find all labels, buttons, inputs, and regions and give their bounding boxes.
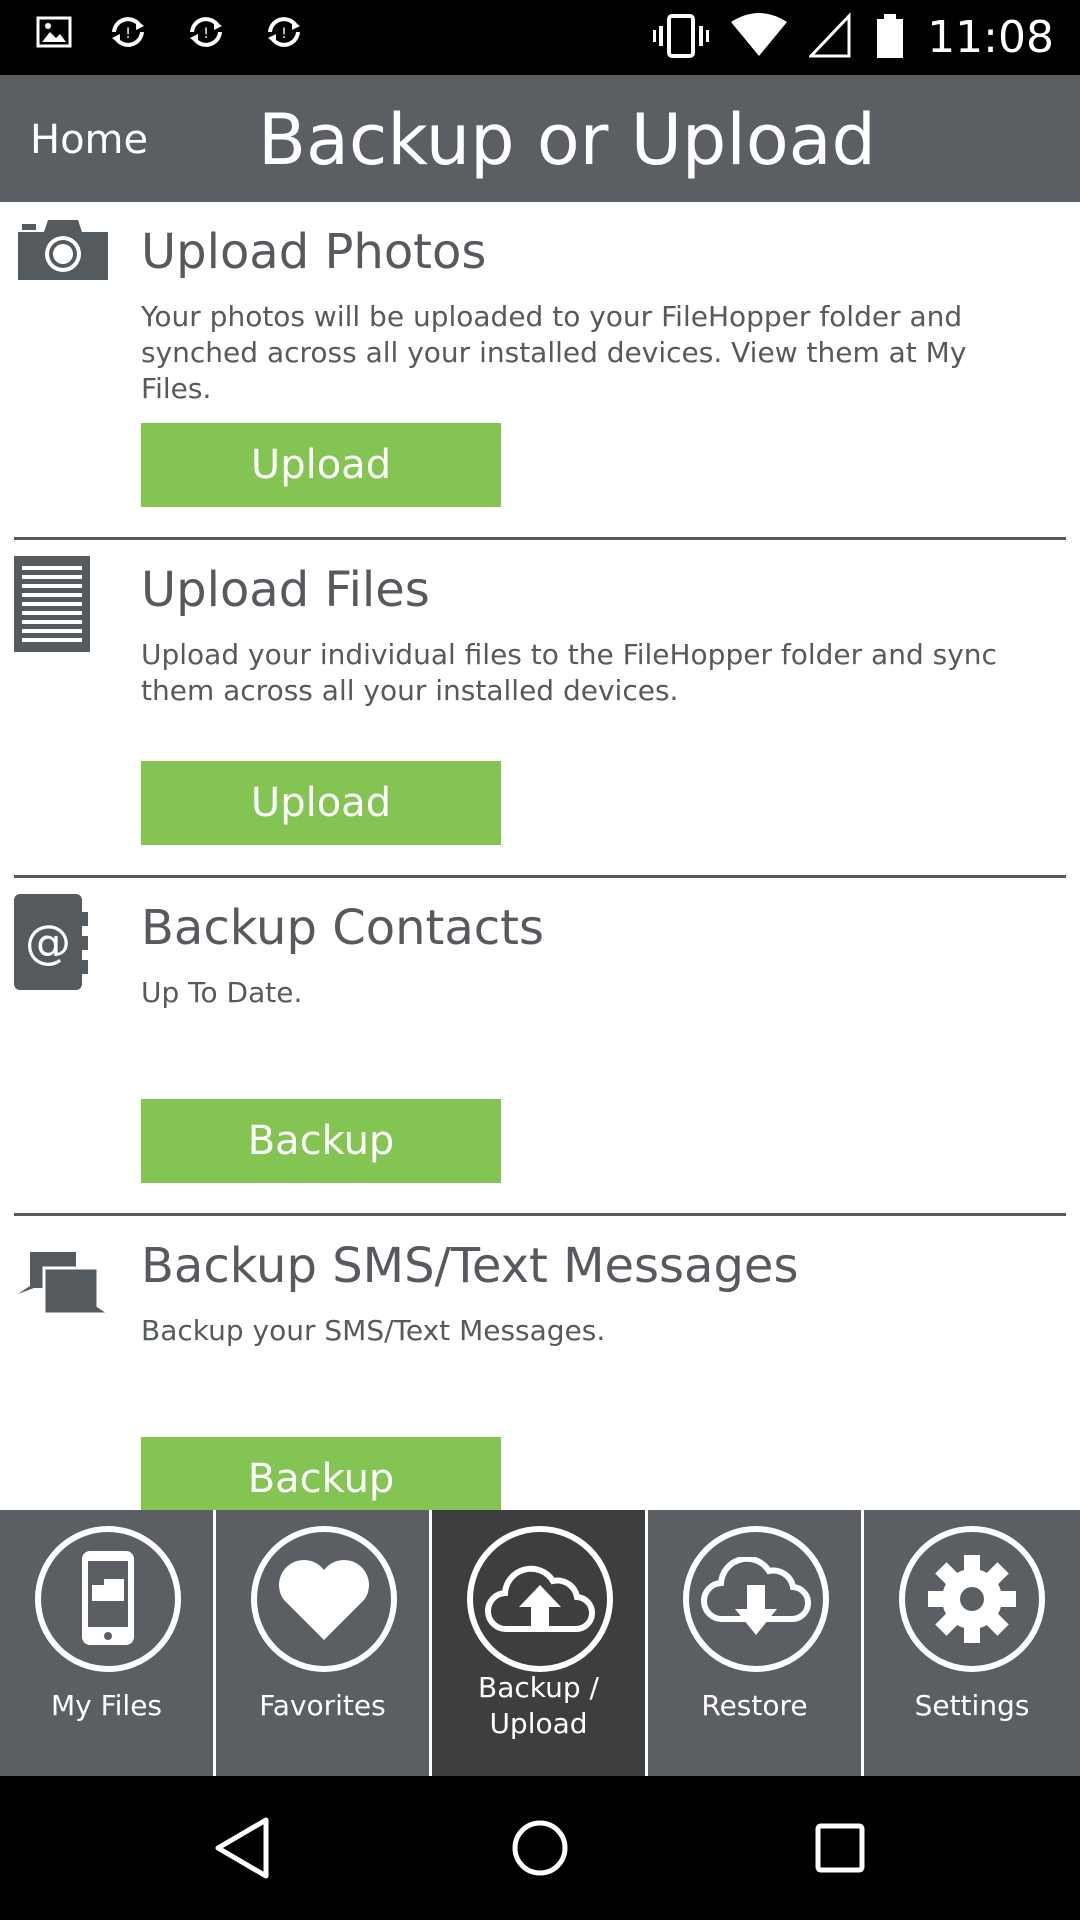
status-left-icons: ! ! ! (36, 14, 306, 54)
sync-icon: ! (106, 14, 150, 54)
svg-text:!: ! (203, 26, 209, 42)
content-list[interactable]: Upload Photos Your photos will be upload… (0, 202, 1080, 1510)
status-bar: ! ! ! 11:08 (0, 0, 1080, 75)
tab-label: Favorites (259, 1689, 386, 1722)
phone-icon (35, 1526, 181, 1672)
upload-photos-button[interactable]: Upload (141, 423, 501, 507)
tab-backup-upload[interactable]: Backup / Upload (432, 1510, 648, 1776)
gear-icon (899, 1526, 1045, 1672)
home-button[interactable]: Home (30, 117, 148, 163)
cloud-download-icon (683, 1526, 829, 1672)
backup-contacts-button[interactable]: Backup (141, 1099, 501, 1183)
bottom-tab-bar: My Files Favorites Backup / Upload Resto… (0, 1510, 1080, 1776)
section-description: Up To Date. (141, 976, 303, 1009)
sync-icon: ! (184, 14, 228, 54)
backup-contacts-section: @ Backup Contacts Up To Date. Backup (0, 878, 1080, 1216)
tab-settings[interactable]: Settings (864, 1510, 1080, 1776)
cell-signal-icon (807, 12, 853, 64)
tab-label: Backup / Upload (478, 1671, 599, 1740)
chat-bubbles-icon (14, 1248, 115, 1320)
backup-sms-button[interactable]: Backup (141, 1437, 501, 1510)
section-title: Upload Photos (141, 224, 487, 280)
recents-icon[interactable] (810, 1814, 870, 1886)
tab-my-files[interactable]: My Files (0, 1510, 216, 1776)
tab-label: Settings (914, 1689, 1030, 1722)
back-icon[interactable] (212, 1814, 272, 1886)
section-title: Backup SMS/Text Messages (141, 1238, 799, 1294)
section-description: Upload your individual files to the File… (141, 638, 997, 707)
upload-files-section: Upload Files Upload your individual file… (0, 540, 1080, 878)
tab-favorites[interactable]: Favorites (216, 1510, 432, 1776)
cloud-upload-icon (467, 1526, 613, 1672)
wifi-icon (731, 12, 788, 64)
svg-text:!: ! (125, 26, 131, 42)
tab-label: Restore (701, 1689, 808, 1722)
section-description: Your photos will be uploaded to your Fil… (141, 300, 967, 405)
status-right-icons: 11:08 (653, 10, 1054, 66)
vibrate-icon (653, 12, 710, 64)
upload-files-button[interactable]: Upload (141, 761, 501, 845)
page-title: Backup or Upload (258, 99, 876, 181)
heart-icon (251, 1526, 397, 1672)
system-navigation-bar (0, 1776, 1080, 1920)
image-icon (36, 14, 72, 54)
tab-restore[interactable]: Restore (648, 1510, 864, 1776)
document-icon (14, 556, 90, 656)
upload-photos-section: Upload Photos Your photos will be upload… (0, 202, 1080, 540)
section-title: Backup Contacts (141, 900, 544, 956)
status-clock: 11:08 (927, 12, 1054, 63)
backup-sms-section: Backup SMS/Text Messages Backup your SMS… (0, 1216, 1080, 1510)
section-description: Backup your SMS/Text Messages. (141, 1314, 606, 1347)
home-circle-icon[interactable] (510, 1814, 570, 1886)
action-bar: Home Backup or Upload (0, 75, 1080, 202)
section-title: Upload Files (141, 562, 430, 618)
contacts-book-icon: @ (14, 894, 88, 994)
svg-text:!: ! (281, 26, 287, 42)
camera-icon (14, 216, 112, 288)
sync-icon: ! (262, 14, 306, 54)
svg-text:@: @ (25, 915, 71, 969)
battery-icon (875, 12, 905, 64)
tab-label: My Files (50, 1689, 163, 1722)
